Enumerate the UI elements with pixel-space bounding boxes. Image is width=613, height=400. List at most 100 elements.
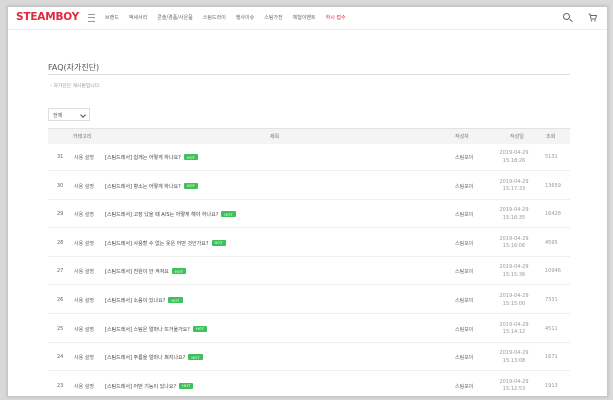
header-date: 작성일 <box>510 134 524 140</box>
nav-item[interactable]: 액세서리 <box>129 14 147 21</box>
nav-item[interactable]: 하시 접수 <box>326 14 346 21</box>
row-views: 10946 <box>545 268 561 275</box>
nav-item[interactable]: 콘솔/경품/사은품 <box>157 14 193 21</box>
row-author: 스팀보이 <box>455 326 474 333</box>
main-nav: 브랜드 액세서리 콘솔/경품/사은품 스팀드라이 행사이슈 스팀가전 체험이벤트 하시 접수 <box>105 14 346 21</box>
table-row[interactable]: 24 사용 설명 [스팀드레서] 주름을 얼마나 펴지나요? HOT 스팀보이 2019-… <box>48 344 570 372</box>
table-row[interactable]: 31 사용 설명 [스팀드레서] 쉽게는 어떻게 하나요? HOT 스팀보이 2019-0… <box>48 144 570 171</box>
table-row[interactable]: 28 사용 설명 [스팀드레서] 사용할 수 없는 옷은 어떤 것인가요? HOT 스팀… <box>48 230 570 257</box>
row-category: 사용 설명 <box>74 183 94 190</box>
hot-badge: HOT <box>179 382 194 389</box>
table-row[interactable]: 26 사용 설명 [스팀드레서] 소음이 있나요? HOT 스팀보이 2019-04-29… <box>48 287 570 314</box>
filter-select[interactable]: 전체 <box>48 108 90 121</box>
row-number: 29 <box>57 211 64 218</box>
row-number: 25 <box>57 325 64 332</box>
header-author: 작성자 <box>455 134 469 140</box>
row-subject-link[interactable]: [스팀드레서] 고장 났을 때 A/S는 어떻게 해야 하나요? HOT <box>105 211 236 218</box>
row-subject: [스팀드레서] 스팀은 얼마나 뜨거울가요? <box>105 326 190 333</box>
title-divider <box>48 74 570 75</box>
board-notice: › 자가진단 게시판입니다. <box>50 84 101 89</box>
nav-item[interactable]: 체험이벤트 <box>293 14 316 21</box>
row-date-cell: 2019-04-29 15:13:08 <box>494 350 534 365</box>
nav-item[interactable]: 브랜드 <box>105 14 119 21</box>
row-author: 스팀보이 <box>455 298 474 304</box>
row-date: 2019-04-29 <box>499 178 529 185</box>
top-navigation-bar: STEAMBOY 브랜드 액세서리 콘솔/경품/사은품 스팀드라이 행사이슈 스팀가전 체험… <box>8 7 607 30</box>
row-time: 15:14:12 <box>502 329 526 336</box>
row-subject-link[interactable]: [스팀드레서] 사용할 수 없는 옷은 어떤 것인가요? HOT <box>105 239 226 247</box>
row-number: 24 <box>57 354 64 361</box>
menu-icon[interactable] <box>88 14 95 22</box>
row-time: 15:13:08 <box>502 357 526 364</box>
row-number: 26 <box>57 297 64 303</box>
row-subject: [스팀드레서] 향소는 어떻게 하나요? <box>105 183 181 190</box>
row-date: 2019-04-29 <box>499 378 529 385</box>
row-subject: [스팀드레서] 사용할 수 없는 옷은 어떤 것인가요? <box>105 240 209 247</box>
nav-item[interactable]: 스팀가전 <box>264 14 282 21</box>
row-number: 28 <box>57 239 64 246</box>
row-views: 5131 <box>545 154 558 160</box>
row-subject-link[interactable]: [스팀드레서] 주름을 얼마나 펴지나요? HOT <box>105 354 203 361</box>
row-date-cell: 2019-04-29 15:12:53 <box>494 379 534 394</box>
row-category: 사용 설명 <box>74 355 94 362</box>
row-subject-link[interactable]: [스팀드레서] 쉽게는 어떻게 하나요? HOT <box>105 154 198 161</box>
filter-select-value: 전체 <box>53 113 63 119</box>
row-number: 23 <box>57 382 64 389</box>
row-subject-link[interactable]: [스팀드레서] 어떤 기능이 있나요? HOT <box>105 382 194 390</box>
table-row[interactable]: 29 사용 설명 [스팀드레서] 고장 났을 때 A/S는 어떻게 해야 하나요? H… <box>48 201 570 229</box>
row-views: 1671 <box>545 354 558 361</box>
hot-badge: HOT <box>192 325 208 332</box>
row-subject-link[interactable]: [스팀드레서] 소음이 있나요? HOT <box>105 297 183 304</box>
row-subject-link[interactable]: [스팀드레서] 향소는 어떻게 하나요? HOT <box>105 182 198 190</box>
table-header: 카테고리 제목 작성자 작성일 조회 <box>48 128 570 144</box>
row-author: 스팀보이 <box>455 183 474 190</box>
search-icon[interactable] <box>563 13 570 20</box>
logo[interactable]: STEAMBOY <box>16 11 79 23</box>
row-number: 31 <box>57 154 64 160</box>
row-subject: [스팀드레서] 어떤 기능이 있나요? <box>105 383 177 390</box>
row-author: 스팀보이 <box>455 383 474 390</box>
table-row[interactable]: 23 사용 설명 [스팀드레서] 어떤 기능이 있나요? HOT 스팀보이 2019-04… <box>48 373 570 396</box>
row-subject: [스팀드레서] 소음이 있나요? <box>105 298 166 304</box>
row-time: 15:12:53 <box>502 386 526 393</box>
nav-item[interactable]: 행사이슈 <box>236 14 254 21</box>
row-time: 15:17:33 <box>502 186 526 193</box>
cart-icon[interactable] <box>588 13 597 22</box>
row-category: 사용 설명 <box>74 155 94 161</box>
hot-badge: HOT <box>211 239 226 246</box>
row-category: 사용 설명 <box>74 269 94 276</box>
row-time: 15:16:35 <box>502 214 526 221</box>
row-category: 사용 설명 <box>74 326 94 333</box>
row-views: 7331 <box>545 297 558 303</box>
row-date: 2019-04-29 <box>499 150 529 156</box>
row-date: 2019-04-29 <box>499 350 529 357</box>
row-subject: [스팀드레서] 고장 났을 때 A/S는 어떻게 해야 하나요? <box>105 212 219 219</box>
hot-badge: HOT <box>168 297 183 303</box>
row-date: 2019-04-29 <box>499 293 529 299</box>
row-subject: [스팀드레서] 주름을 얼마나 펴지나요? <box>105 355 186 362</box>
page-title: FAQ(자가진단) <box>48 63 100 72</box>
row-number: 30 <box>57 182 64 189</box>
row-subject-link[interactable]: [스팀드레서] 스팀은 얼마나 뜨거울가요? HOT <box>105 325 208 333</box>
row-category: 사용 설명 <box>74 240 94 247</box>
row-views: 4595 <box>545 239 558 246</box>
hot-badge: HOT <box>188 354 203 361</box>
row-date-cell: 2019-04-29 15:14:12 <box>494 322 534 337</box>
row-subject-link[interactable]: [스팀드레서] 전원이 안 켜져요 HOT <box>105 268 187 275</box>
table-row[interactable]: 30 사용 설명 [스팀드레서] 향소는 어떻게 하나요? HOT 스팀보이 2019-0… <box>48 173 570 200</box>
row-date-cell: 2019-04-29 15:16:06 <box>494 236 534 251</box>
hot-badge: HOT <box>183 154 198 160</box>
hot-badge: HOT <box>171 268 187 275</box>
row-date: 2019-04-29 <box>499 264 529 271</box>
row-date-cell: 2019-04-29 15:17:33 <box>494 179 534 194</box>
table-row[interactable]: 27 사용 설명 [스팀드레서] 전원이 안 켜져요 HOT 스팀보이 2019-04-2… <box>48 258 570 286</box>
row-date: 2019-04-29 <box>499 235 529 242</box>
nav-item[interactable]: 스팀드라이 <box>203 14 226 21</box>
row-date-cell: 2019-04-29 15:16:35 <box>494 207 534 222</box>
row-date-cell: 2019-04-29 15:18:26 <box>494 150 534 165</box>
row-author: 스팀보이 <box>455 155 474 161</box>
header-views: 조회 <box>546 134 556 140</box>
row-number: 27 <box>57 268 64 275</box>
row-category: 사용 설명 <box>74 298 94 304</box>
table-row[interactable]: 25 사용 설명 [스팀드레서] 스팀은 얼마나 뜨거울가요? HOT 스팀보이 2019… <box>48 316 570 343</box>
